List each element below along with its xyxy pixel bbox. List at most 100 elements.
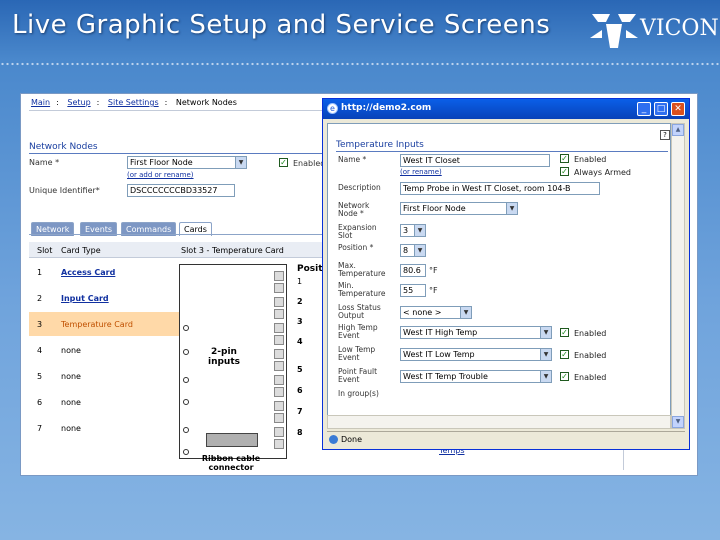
pin-icon[interactable] <box>274 427 284 437</box>
table-row: 2 Input Card <box>29 286 179 310</box>
network-node-select[interactable]: First Floor Node ▼ <box>400 202 518 215</box>
chevron-down-icon: ▼ <box>540 327 551 338</box>
chevron-down-icon: ▼ <box>460 307 471 318</box>
pin-icon[interactable] <box>274 271 284 281</box>
pin-icon[interactable] <box>274 323 284 333</box>
position-number: 8 <box>297 428 303 437</box>
add-rename-link[interactable]: (or add or rename) <box>127 171 194 179</box>
min-temperature-input[interactable]: 55 <box>400 284 426 297</box>
popup-content: ? Temperature Inputs Name * West IT Clos… <box>327 123 671 429</box>
node-name-value: First Floor Node <box>130 158 193 167</box>
chevron-down-icon: ▼ <box>540 349 551 360</box>
breadcrumb-main[interactable]: Main <box>31 98 50 107</box>
breadcrumb-setup[interactable]: Setup <box>67 98 90 107</box>
pin-icon[interactable] <box>274 387 284 397</box>
temperature-card-diagram: 2-pin inputs <box>179 264 287 459</box>
max-temperature-label: Max. Temperature <box>338 261 386 278</box>
network-node-value: First Floor Node <box>403 204 466 213</box>
popup-scrollbar[interactable]: ▲ ▼ <box>671 123 685 429</box>
table-row-selected[interactable]: 3 Temperature Card <box>29 312 179 336</box>
always-armed-checkbox[interactable]: ✓ <box>560 167 569 176</box>
mount-hole-icon <box>183 349 189 355</box>
slide-title: Live Graphic Setup and Service Screens <box>12 10 551 40</box>
min-temp-unit: °F <box>429 286 438 295</box>
card-type-header: Card Type <box>61 246 101 255</box>
low-temp-enabled-checkbox[interactable]: ✓ <box>560 350 569 359</box>
point-fault-event-label: Point Fault Event <box>338 367 378 384</box>
point-fault-enabled-checkbox[interactable]: ✓ <box>560 372 569 381</box>
position-select[interactable]: 8 ▼ <box>400 244 426 257</box>
description-input[interactable]: Temp Probe in West IT Closet, room 104-B <box>400 182 600 195</box>
low-temp-event-select[interactable]: West IT Low Temp ▼ <box>400 348 552 361</box>
slot-card-name: none <box>61 372 81 381</box>
breadcrumb-site-settings[interactable]: Site Settings <box>108 98 159 107</box>
loss-status-output-label: Loss Status Output <box>338 303 381 320</box>
position-number: 3 <box>297 317 303 326</box>
horizontal-scrollbar[interactable] <box>327 415 671 429</box>
popup-titlebar[interactable]: e http://demo2.com _ □ ✕ <box>323 99 689 119</box>
pin-icon[interactable] <box>274 375 284 385</box>
point-fault-event-value: West IT Temp Trouble <box>403 372 488 381</box>
popup-title: http://demo2.com <box>341 103 432 113</box>
position-label: Position * <box>338 243 374 252</box>
temperature-name-input[interactable]: West IT Closet <box>400 154 550 167</box>
expansion-slot-value: 3 <box>403 226 409 235</box>
minimize-button[interactable]: _ <box>637 102 651 116</box>
table-row: 1 Access Card <box>29 260 179 284</box>
max-temperature-input[interactable]: 80.6 <box>400 264 426 277</box>
breadcrumb: Main: Setup: Site Settings: Network Node… <box>31 98 237 107</box>
scroll-up-icon[interactable]: ▲ <box>672 124 684 136</box>
max-temp-unit: °F <box>429 266 438 275</box>
node-name-select[interactable]: First Floor Node ▼ <box>127 156 247 169</box>
table-row: 6 none <box>29 390 179 414</box>
pin-icon[interactable] <box>274 335 284 345</box>
mount-hole-icon <box>183 325 189 331</box>
pin-icon[interactable] <box>274 361 284 371</box>
unique-identifier-input[interactable]: DSCCCCCCCBD33527 <box>127 184 235 197</box>
chevron-down-icon: ▼ <box>414 245 425 256</box>
slot-card-link[interactable]: Input Card <box>61 294 109 303</box>
breadcrumb-network-nodes: Network Nodes <box>175 98 237 107</box>
pin-icon[interactable] <box>274 283 284 293</box>
enabled-label: Enabled <box>574 155 607 164</box>
slot-number: 3 <box>37 320 43 329</box>
help-icon[interactable]: ? <box>660 130 670 140</box>
network-nodes-heading: Network Nodes <box>29 142 98 152</box>
high-temp-enabled-checkbox[interactable]: ✓ <box>560 328 569 337</box>
position-number: 6 <box>297 386 303 395</box>
pin-icon[interactable] <box>274 401 284 411</box>
in-groups-label: In group(s) <box>338 389 379 398</box>
position-number: 4 <box>297 337 303 346</box>
pin-icon[interactable] <box>274 297 284 307</box>
maximize-button[interactable]: □ <box>654 102 668 116</box>
scroll-down-icon[interactable]: ▼ <box>672 416 684 428</box>
popup-status-bar: Done <box>327 431 685 447</box>
slot-card-link[interactable]: Access Card <box>61 268 115 277</box>
pin-icon[interactable] <box>274 439 284 449</box>
slot-card-name: none <box>61 398 81 407</box>
table-row: 7 none <box>29 416 179 440</box>
enabled-checkbox[interactable]: ✓ <box>279 158 288 167</box>
loss-status-value: < none > <box>403 308 442 317</box>
loss-status-select[interactable]: < none > ▼ <box>400 306 472 319</box>
mount-hole-icon <box>183 377 189 383</box>
low-temp-enabled-label: Enabled <box>574 351 607 360</box>
low-temp-event-value: West IT Low Temp <box>403 350 475 359</box>
high-temp-event-select[interactable]: West IT High Temp ▼ <box>400 326 552 339</box>
close-button[interactable]: ✕ <box>671 102 685 116</box>
temperature-inputs-popup: e http://demo2.com _ □ ✕ ? Temperature I… <box>322 98 690 450</box>
point-fault-event-select[interactable]: West IT Temp Trouble ▼ <box>400 370 552 383</box>
expansion-slot-select[interactable]: 3 ▼ <box>400 224 426 237</box>
heading-underline <box>336 151 668 152</box>
name-label: Name * <box>29 158 60 167</box>
pin-icon[interactable] <box>274 309 284 319</box>
pin-icon[interactable] <box>274 413 284 423</box>
position-number: 5 <box>297 365 303 374</box>
position-number: 7 <box>297 407 303 416</box>
expansion-slot-label: Expansion Slot <box>338 223 377 240</box>
slot-number: 6 <box>37 398 43 407</box>
rename-link[interactable]: (or rename) <box>400 168 442 176</box>
slot-header: Slot <box>37 246 53 255</box>
enabled-checkbox[interactable]: ✓ <box>560 154 569 163</box>
pin-icon[interactable] <box>274 349 284 359</box>
